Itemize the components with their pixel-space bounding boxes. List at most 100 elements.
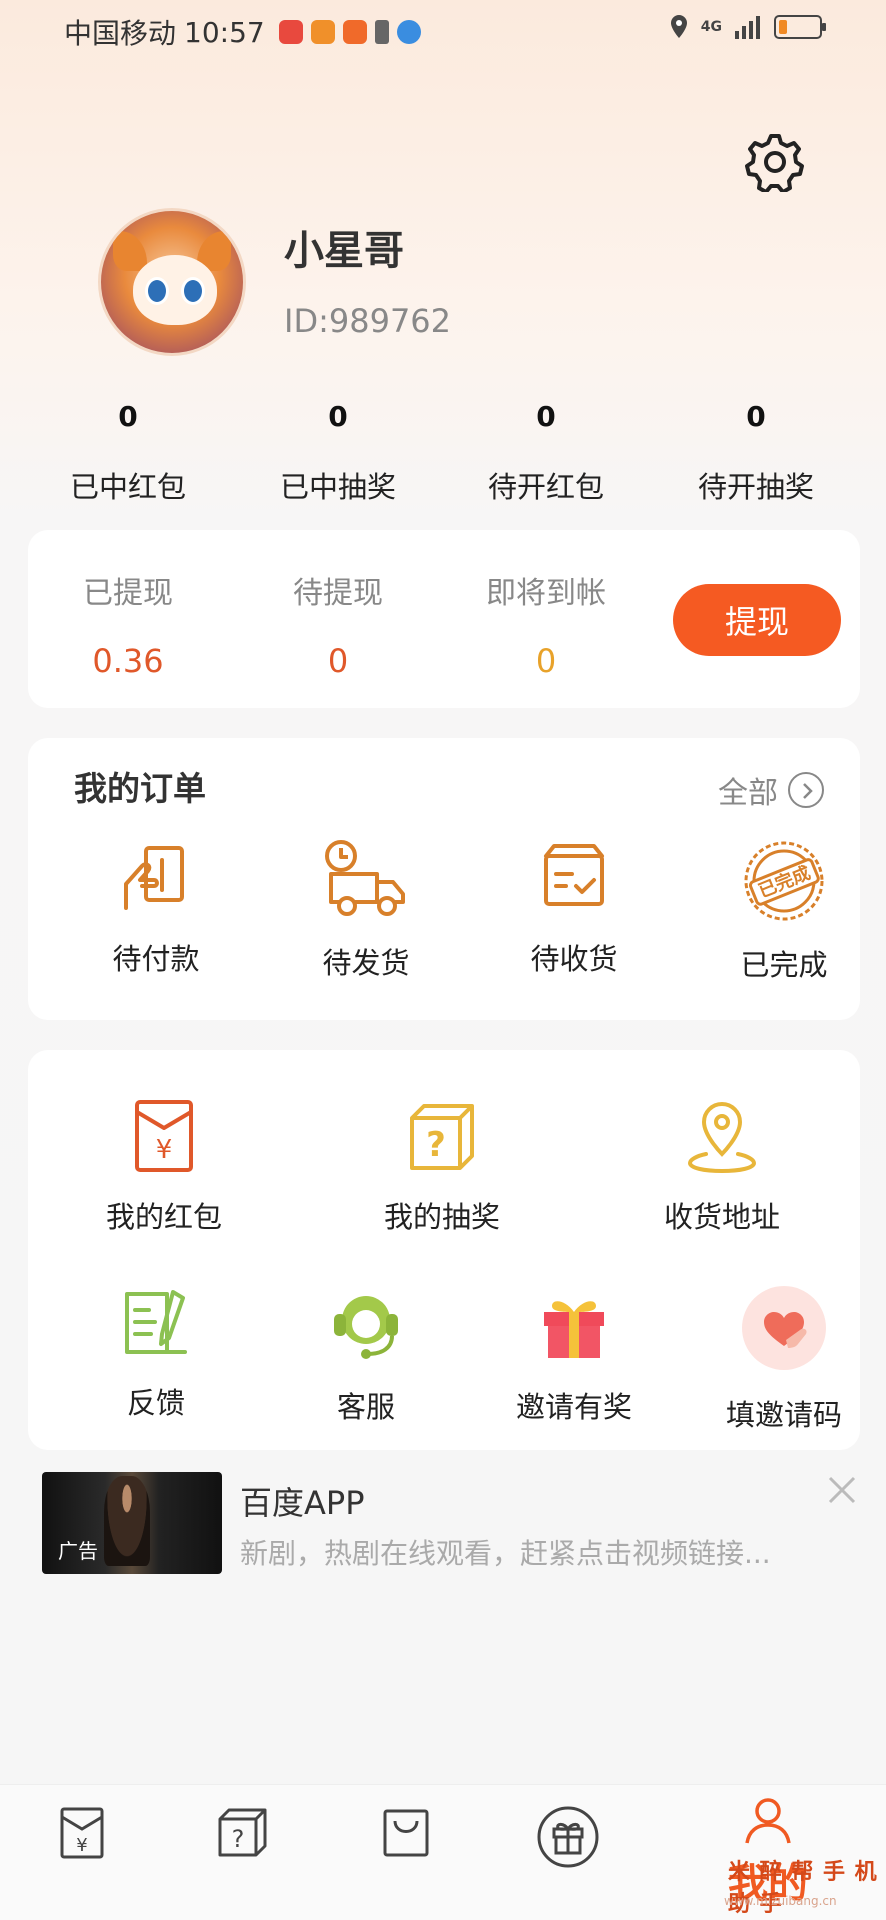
withdraw-card: 已提现 0.36 待提现 0 即将到帐 0 提现: [28, 530, 860, 708]
location-icon: [670, 15, 687, 38]
order-pending-receipt[interactable]: 待收货: [484, 838, 664, 978]
app-notification-icon: [310, 20, 335, 44]
ad-tag: 广告: [58, 1539, 98, 1563]
carrier-label: 中国移动: [64, 17, 177, 50]
stat-won-redpacket[interactable]: 0 已中红包: [38, 400, 218, 506]
watermark-logo: 米 醉 帮 手 机 助 手: [728, 1860, 878, 1917]
withdraw-value: 0: [327, 642, 349, 680]
tab-gift[interactable]: [508, 1805, 628, 1905]
stat-value: 0: [536, 400, 556, 433]
stat-won-lottery[interactable]: 0 已中抽奖: [248, 400, 428, 506]
tool-my-redpacket[interactable]: ¥ 我的红包: [64, 1098, 264, 1236]
tool-enter-invite-code[interactable]: 填邀请码: [684, 1284, 884, 1434]
order-pending-shipment[interactable]: 待发货: [276, 838, 456, 982]
user-id: ID:989762: [284, 302, 452, 340]
package-box-icon: [544, 844, 604, 906]
tab-lottery[interactable]: ?: [182, 1805, 302, 1905]
app-notification-icon: [278, 20, 303, 44]
completed-stamp-icon: 已完成: [744, 841, 824, 921]
gift-icon: [544, 1301, 604, 1358]
tool-label: 邀请有奖: [515, 1390, 632, 1424]
mystery-box-icon: ?: [218, 1808, 267, 1857]
svg-text:¥: ¥: [76, 1835, 87, 1856]
tools-card: ¥ 我的红包 ? 我的抽奖 收货地址 反馈 客服 邀请有奖 填邀请码: [28, 1050, 860, 1450]
status-bar: 中国移动 10:57 4G: [0, 0, 886, 62]
svg-text:?: ?: [232, 1825, 245, 1853]
stat-label: 已中抽奖: [279, 470, 396, 504]
stat-value: 0: [328, 400, 348, 433]
order-label: 待发货: [322, 946, 410, 980]
tab-shop[interactable]: [346, 1805, 466, 1905]
orders-view-all[interactable]: 全部: [718, 768, 824, 812]
battery-level: [779, 20, 787, 34]
chevron-right-icon: [788, 772, 824, 808]
tool-shipping-address[interactable]: 收货地址: [622, 1098, 822, 1236]
order-completed[interactable]: 已完成 已完成: [694, 838, 874, 984]
ad-title: 百度APP: [240, 1484, 365, 1522]
signal-icon: [735, 16, 760, 39]
time-label: 10:57: [184, 15, 265, 49]
browser-icon: [396, 20, 421, 44]
tool-label: 收货地址: [663, 1200, 780, 1234]
mystery-box-icon: ?: [410, 1104, 474, 1170]
app-notification-icon: [342, 20, 367, 44]
avatar-eye: [181, 277, 205, 305]
order-label: 待付款: [112, 942, 200, 976]
tool-feedback[interactable]: 反馈: [56, 1284, 256, 1422]
watermark-url: www.mizuibang.cn: [724, 1894, 837, 1908]
close-icon[interactable]: [826, 1474, 858, 1506]
settings-gear-icon[interactable]: [745, 132, 805, 192]
tool-customer-service[interactable]: 客服: [266, 1284, 466, 1426]
svg-text:¥: ¥: [156, 1135, 173, 1165]
withdraw-label: 即将到帐: [486, 576, 606, 611]
stat-label: 已中红包: [69, 470, 186, 504]
red-envelope-icon: ¥: [60, 1807, 104, 1859]
gift-icon: [537, 1806, 599, 1868]
tool-label: 填邀请码: [725, 1398, 842, 1432]
ad-description: 新剧，热剧在线观看，赶紧点击视频链接...: [240, 1537, 771, 1570]
tool-label: 客服: [336, 1390, 395, 1424]
withdraw-value: 0: [535, 642, 557, 680]
pending-withdraw-stat: 待提现 0: [248, 568, 428, 680]
ad-thumbnail[interactable]: 广告: [42, 1472, 222, 1574]
view-all-label: 全部: [718, 776, 778, 811]
withdrawn-stat: 已提现 0.36: [38, 568, 218, 680]
battery-icon: [774, 15, 826, 39]
withdraw-label: 待提现: [293, 576, 383, 611]
location-pin-icon: [687, 1101, 757, 1174]
person-icon: [745, 1798, 791, 1844]
stat-label: 待开抽奖: [697, 470, 814, 504]
ad-banner[interactable]: 广告 百度APP 新剧，热剧在线观看，赶紧点击视频链接...: [42, 1472, 856, 1576]
status-right: 4G: [669, 14, 826, 40]
delivery-truck-icon: [325, 840, 405, 916]
withdraw-button[interactable]: 提现: [673, 584, 841, 656]
svg-text:?: ?: [426, 1125, 446, 1165]
username: 小星哥: [284, 228, 404, 274]
withdraw-value: 0.36: [92, 642, 164, 680]
shopping-bag-icon: [383, 1809, 429, 1857]
status-left: 中国移动 10:57: [64, 12, 421, 52]
feedback-icon: [125, 1290, 187, 1354]
tool-invite-reward[interactable]: 邀请有奖: [474, 1284, 674, 1426]
order-pending-payment[interactable]: 待付款: [66, 838, 246, 978]
tool-label: 我的红包: [105, 1200, 222, 1234]
avatar-eye: [145, 277, 169, 305]
tab-redpacket[interactable]: ¥: [22, 1805, 142, 1905]
stat-pending-redpacket[interactable]: 0 待开红包: [456, 400, 636, 506]
order-label: 已完成: [740, 948, 828, 982]
payment-icon: [124, 846, 184, 910]
notification-icons: [278, 20, 421, 44]
sim-icon: [374, 20, 389, 44]
avatar-ear: [113, 231, 147, 271]
network-label: 4G: [700, 19, 722, 35]
red-envelope-icon: ¥: [135, 1100, 193, 1172]
tool-my-lottery[interactable]: ? 我的抽奖: [342, 1098, 542, 1236]
stat-pending-lottery[interactable]: 0 待开抽奖: [666, 400, 846, 506]
stat-label: 待开红包: [487, 470, 604, 504]
tool-label: 我的抽奖: [383, 1200, 500, 1234]
arriving-stat: 即将到帐 0: [456, 568, 636, 680]
order-label: 待收货: [530, 942, 618, 976]
orders-title: 我的订单: [74, 769, 206, 808]
orders-card: 我的订单 全部 待付款 待发货 待收货 已完成 已完成: [28, 738, 860, 1020]
avatar[interactable]: [98, 208, 246, 356]
